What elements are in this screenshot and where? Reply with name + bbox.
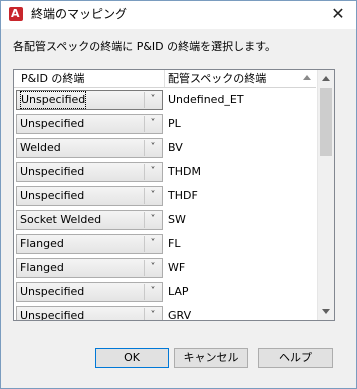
chevron-down-icon[interactable]: ˅ (148, 187, 158, 205)
pid-end-value: Welded (20, 141, 61, 154)
dropdown-separator (144, 188, 145, 204)
scroll-thumb[interactable] (320, 88, 332, 156)
spec-end-cell: FL (168, 237, 181, 250)
table-row: Welded ˅ BV (14, 136, 316, 160)
pid-end-value: Unspecified (20, 309, 85, 321)
column-divider[interactable] (164, 70, 165, 87)
instruction-text: 各配管スペックの終端に P&ID の終端を選択します。 (13, 40, 277, 53)
dropdown-separator (144, 260, 145, 276)
pid-end-value: Unspecified (20, 285, 85, 298)
spec-end-cell: THDM (168, 165, 201, 178)
pid-end-dropdown[interactable]: Flanged ˅ (16, 258, 163, 278)
app-icon-glyph: A (11, 7, 20, 20)
chevron-down-icon[interactable]: ˅ (148, 211, 158, 229)
chevron-down-icon[interactable]: ˅ (148, 307, 158, 320)
table-row: Unspecified ˅ GRV (14, 304, 316, 321)
dropdown-separator (144, 284, 145, 300)
table-row: Flanged ˅ WF (14, 256, 316, 280)
table-row: Unspecified ˅ THDM (14, 160, 316, 184)
column-header-spec-end[interactable]: 配管スペックの終端 (168, 70, 298, 87)
dropdown-separator (144, 140, 145, 156)
spec-end-cell: THDF (168, 189, 198, 202)
pid-end-value: Unspecified (20, 189, 85, 202)
spec-end-cell: Undefined_ET (168, 93, 244, 106)
table-row: Unspecified ˅ THDF (14, 184, 316, 208)
vertical-scrollbar[interactable] (317, 70, 334, 320)
pid-end-dropdown[interactable]: Welded ˅ (16, 138, 163, 158)
end-mapping-grid: P&ID の終端 配管スペックの終端 Unspecified ˅ Undefined… (13, 69, 335, 321)
pid-end-dropdown[interactable]: Unspecified ˅ (16, 186, 163, 206)
chevron-down-icon[interactable]: ˅ (148, 91, 158, 109)
table-row: Unspecified ˅ Undefined_ET (14, 88, 316, 112)
chevron-down-icon[interactable]: ˅ (148, 163, 158, 181)
dropdown-separator (144, 164, 145, 180)
pid-end-dropdown[interactable]: Socket Welded ˅ (16, 210, 163, 230)
grid-rows: Unspecified ˅ Undefined_ET Unspecified ˅ PL We… (14, 88, 316, 321)
pid-end-dropdown[interactable]: Flanged ˅ (16, 234, 163, 254)
spec-end-cell: PL (168, 117, 181, 130)
scroll-down-arrow-icon[interactable] (318, 303, 334, 320)
pid-end-value: Unspecified (20, 91, 87, 109)
autocad-a-icon: A (9, 7, 23, 21)
column-header-pid-end[interactable]: P&ID の終端 (21, 70, 161, 87)
sort-ascending-icon (303, 75, 311, 80)
pid-end-dropdown[interactable]: Unspecified ˅ (16, 162, 163, 182)
title-bar[interactable]: A 終端のマッピング ✕ (1, 1, 356, 29)
help-button[interactable]: ヘルプ (258, 348, 333, 368)
table-row: Unspecified ˅ LAP (14, 280, 316, 304)
scroll-up-arrow-icon[interactable] (318, 70, 334, 87)
pid-end-dropdown[interactable]: Unspecified ˅ (16, 282, 163, 302)
dropdown-separator (144, 92, 145, 108)
dropdown-separator (144, 212, 145, 228)
pid-end-value: Socket Welded (20, 213, 102, 226)
pid-end-value: Flanged (20, 237, 64, 250)
chevron-down-icon[interactable]: ˅ (148, 259, 158, 277)
table-row: Unspecified ˅ PL (14, 112, 316, 136)
dialog-window: A 終端のマッピング ✕ 各配管スペックの終端に P&ID の終端を選択します。… (0, 0, 357, 389)
pid-end-dropdown[interactable]: Unspecified ˅ (16, 114, 163, 134)
ok-button[interactable]: OK (95, 348, 169, 368)
spec-end-cell: LAP (168, 285, 189, 298)
pid-end-dropdown[interactable]: Unspecified ˅ (16, 306, 163, 321)
spec-end-cell: SW (168, 213, 186, 226)
chevron-down-icon[interactable]: ˅ (148, 235, 158, 253)
close-icon[interactable]: ✕ (330, 5, 346, 23)
cancel-button[interactable]: キャンセル (174, 348, 248, 368)
pid-end-value: Unspecified (20, 117, 85, 130)
pid-end-value: Flanged (20, 261, 64, 274)
chevron-down-icon[interactable]: ˅ (148, 115, 158, 133)
dropdown-separator (144, 308, 145, 320)
dropdown-separator (144, 116, 145, 132)
spec-end-cell: GRV (168, 309, 192, 321)
spec-end-cell: WF (168, 261, 186, 274)
chevron-down-icon[interactable]: ˅ (148, 283, 158, 301)
spec-end-cell: BV (168, 141, 183, 154)
chevron-down-icon[interactable]: ˅ (148, 139, 158, 157)
table-row: Flanged ˅ FL (14, 232, 316, 256)
table-row: Socket Welded ˅ SW (14, 208, 316, 232)
grid-header: P&ID の終端 配管スペックの終端 (14, 70, 316, 88)
pid-end-value: Unspecified (20, 165, 85, 178)
dialog-title: 終端のマッピング (31, 7, 128, 21)
pid-end-dropdown[interactable]: Unspecified ˅ (16, 90, 163, 110)
dropdown-separator (144, 236, 145, 252)
